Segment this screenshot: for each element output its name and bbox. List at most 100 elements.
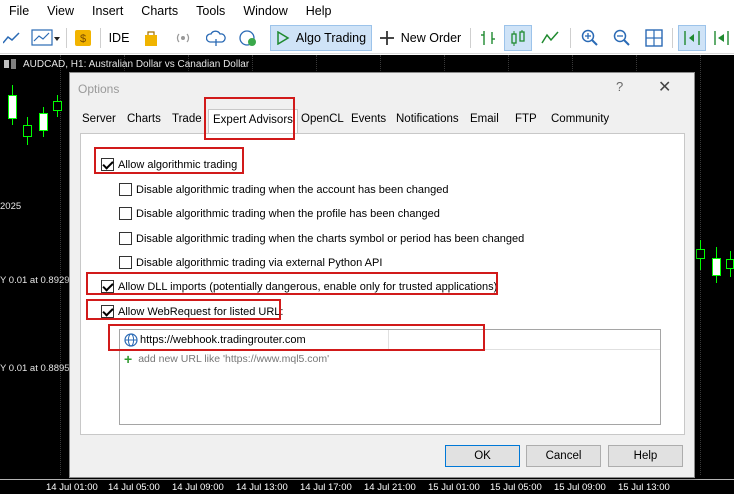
allow-webrequest-label: Allow WebRequest for listed URL: — [118, 305, 284, 318]
allow-webrequest-option[interactable]: Allow WebRequest for listed URL: — [101, 305, 283, 318]
allow-dll-imports-label: Allow DLL imports (potentially dangerous… — [118, 280, 498, 293]
menu-tools[interactable]: Tools — [187, 0, 234, 22]
menu-charts[interactable]: Charts — [132, 0, 187, 22]
allow-dll-imports-option[interactable]: Allow DLL imports (potentially dangerous… — [101, 280, 497, 293]
add-url-row[interactable]: + add new URL like 'https://www.mql5.com… — [124, 351, 330, 367]
chart-window-icon — [4, 59, 16, 69]
allow-algo-trading-option[interactable]: Allow algorithmic trading — [101, 158, 237, 171]
expert-advisors-panel: Allow algorithmic trading Disable algori… — [80, 133, 685, 435]
tab-ftp[interactable]: FTP — [515, 113, 537, 125]
disable-on-account-change-option[interactable]: Disable algorithmic trading when the acc… — [119, 183, 448, 196]
line-chart-icon[interactable] — [538, 25, 562, 51]
play-icon — [277, 31, 290, 45]
market-icon[interactable]: $ — [72, 25, 94, 51]
allow-dll-imports-checkbox[interactable] — [101, 280, 114, 293]
cloud-icon[interactable] — [204, 25, 228, 51]
menu-bar: File View Insert Charts Tools Window Hel… — [0, 0, 734, 22]
help-button[interactable]: Help — [608, 445, 683, 467]
algo-trading-label: Algo Trading — [295, 31, 367, 45]
tab-charts[interactable]: Charts — [127, 113, 161, 125]
disable-python-api-checkbox[interactable] — [119, 256, 132, 269]
webrequest-url-list[interactable]: https://webhook.tradingrouter.com + add … — [119, 329, 661, 425]
tab-community[interactable]: Community — [551, 113, 609, 125]
tab-expert-advisors[interactable]: Expert Advisors — [208, 109, 298, 135]
new-order-label: New Order — [400, 31, 462, 45]
dialog-title: Options — [78, 82, 120, 96]
disable-python-api-label: Disable algorithmic trading via external… — [136, 256, 383, 269]
svg-text:$: $ — [80, 33, 86, 45]
algo-trading-button[interactable]: Algo Trading — [270, 25, 372, 51]
time-label: 14 Jul 21:00 — [364, 482, 416, 493]
chart-shift-icon[interactable] — [710, 25, 734, 51]
disable-on-account-change-checkbox[interactable] — [119, 183, 132, 196]
ok-button[interactable]: OK — [445, 445, 520, 467]
help-icon[interactable]: ? — [616, 79, 623, 94]
tab-email[interactable]: Email — [470, 113, 499, 125]
menu-help[interactable]: Help — [297, 0, 341, 22]
plus-icon — [379, 31, 394, 45]
signal-icon[interactable] — [172, 25, 194, 51]
close-icon[interactable]: ✕ — [658, 77, 671, 97]
options-dialog: Options ? ✕ Server Charts Trade Expert A… — [69, 72, 695, 478]
candle — [726, 259, 734, 269]
url-entry-text: https://webhook.tradingrouter.com — [140, 333, 306, 346]
candle — [53, 101, 62, 111]
ide-button[interactable]: IDE — [104, 25, 134, 51]
trade-label-2: Y 0.01 at 0.8895 — [0, 363, 70, 374]
candle — [23, 125, 32, 137]
menu-window[interactable]: Window — [234, 0, 296, 22]
auto-scroll-icon[interactable] — [678, 25, 706, 51]
time-label: 15 Jul 01:00 — [428, 482, 480, 493]
new-order-button[interactable]: New Order — [378, 25, 462, 51]
tab-opencl[interactable]: OpenCL — [301, 113, 344, 125]
chart-type-icon[interactable] — [0, 25, 24, 51]
menu-insert[interactable]: Insert — [83, 0, 132, 22]
disable-on-symbol-change-option[interactable]: Disable algorithmic trading when the cha… — [119, 232, 524, 245]
toolbar: $ IDE Algo Trading New Order — [0, 22, 734, 54]
allow-algo-trading-label: Allow algorithmic trading — [118, 158, 238, 171]
vps-icon[interactable] — [236, 25, 260, 51]
candle — [712, 258, 721, 276]
allow-webrequest-checkbox[interactable] — [101, 305, 114, 318]
disable-on-profile-change-label: Disable algorithmic trading when the pro… — [136, 207, 440, 220]
indicators-icon[interactable] — [28, 25, 64, 51]
time-label: 15 Jul 13:00 — [618, 482, 670, 493]
time-axis: 14 Jul 01:00 14 Jul 05:00 14 Jul 09:00 1… — [0, 479, 734, 494]
candle — [696, 249, 705, 259]
globe-icon — [124, 332, 138, 347]
disable-on-symbol-change-label: Disable algorithmic trading when the cha… — [136, 232, 525, 245]
candle — [8, 95, 17, 119]
disable-on-symbol-change-checkbox[interactable] — [119, 232, 132, 245]
tab-server[interactable]: Server — [82, 113, 116, 125]
zoom-out-icon[interactable] — [610, 25, 634, 51]
menu-file[interactable]: File — [0, 0, 38, 22]
zoom-in-icon[interactable] — [578, 25, 602, 51]
chart-header: AUDCAD, H1: Australian Dollar vs Canadia… — [0, 57, 249, 71]
time-label: 15 Jul 09:00 — [554, 482, 606, 493]
candlestick-icon[interactable] — [504, 25, 532, 51]
time-label: 14 Jul 01:00 — [46, 482, 98, 493]
chart-label-year: 2025 — [0, 201, 22, 212]
chart-title: AUDCAD, H1: Australian Dollar vs Canadia… — [23, 58, 250, 70]
disable-on-profile-change-checkbox[interactable] — [119, 207, 132, 220]
tab-trade[interactable]: Trade — [172, 113, 202, 125]
allow-algo-trading-checkbox[interactable] — [101, 158, 114, 171]
add-icon: + — [124, 351, 133, 367]
time-label: 15 Jul 05:00 — [490, 482, 542, 493]
menu-view[interactable]: View — [38, 0, 83, 22]
tab-notifications[interactable]: Notifications — [396, 113, 459, 125]
tab-events[interactable]: Events — [351, 113, 386, 125]
cancel-button[interactable]: Cancel — [526, 445, 601, 467]
disable-on-account-change-label: Disable algorithmic trading when the acc… — [136, 183, 449, 196]
time-label: 14 Jul 13:00 — [236, 482, 288, 493]
url-list-item[interactable]: https://webhook.tradingrouter.com — [120, 330, 660, 350]
candle — [39, 113, 48, 131]
trade-label-1: Y 0.01 at 0.8929 — [0, 275, 70, 286]
disable-python-api-option[interactable]: Disable algorithmic trading via external… — [119, 256, 382, 269]
disable-on-profile-change-option[interactable]: Disable algorithmic trading when the pro… — [119, 207, 440, 220]
bar-chart-icon[interactable] — [476, 25, 500, 51]
shopping-bag-icon[interactable] — [140, 25, 162, 51]
time-label: 14 Jul 05:00 — [108, 482, 160, 493]
tile-windows-icon[interactable] — [642, 25, 666, 51]
add-url-placeholder: add new URL like 'https://www.mql5.com' — [138, 353, 330, 365]
